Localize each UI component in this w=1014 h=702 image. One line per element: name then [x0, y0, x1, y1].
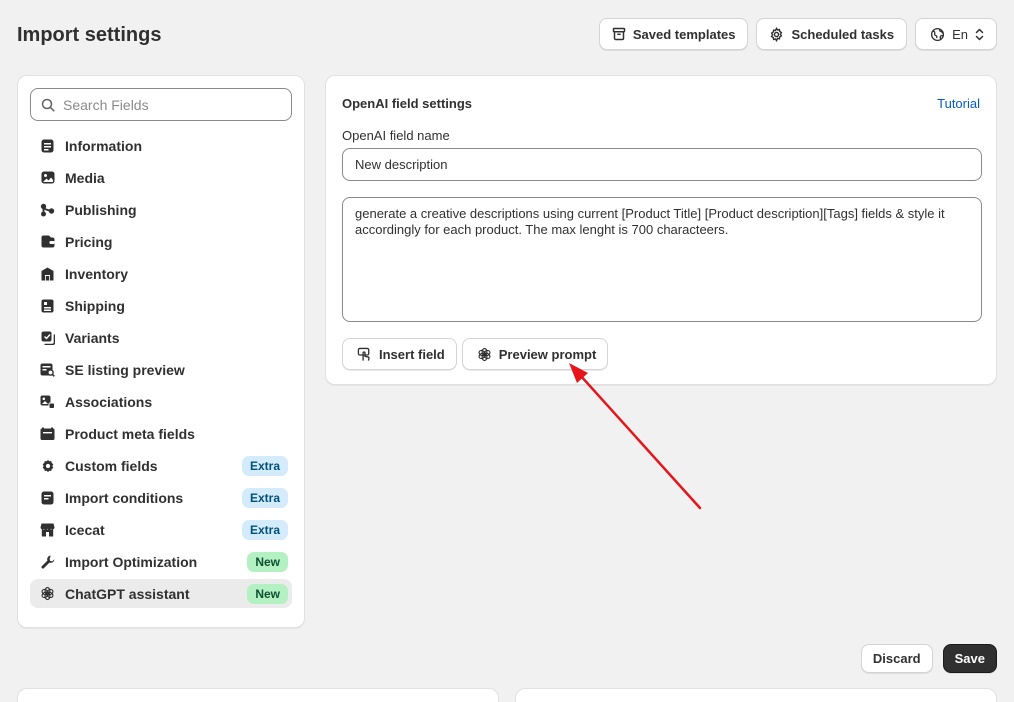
field-name-label: OpenAI field name — [342, 128, 450, 143]
sidebar-item-media[interactable]: Media — [30, 163, 292, 192]
chevron-up-down-icon — [975, 28, 984, 40]
language-label: En — [952, 26, 968, 42]
sidebar-item-import-conditions[interactable]: Import conditions Extra — [30, 483, 292, 512]
publishing-icon — [40, 202, 55, 217]
openai-icon — [40, 586, 55, 601]
sidebar-item-information[interactable]: Information — [30, 131, 292, 160]
information-icon — [40, 138, 55, 153]
scheduled-tasks-button[interactable]: Scheduled tasks — [756, 18, 908, 50]
sidebar-item-import-optimization[interactable]: Import Optimization New — [30, 547, 292, 576]
sidebar-item-icecat[interactable]: Icecat Extra — [30, 515, 292, 544]
insert-field-button[interactable]: Insert field — [342, 338, 457, 370]
page-title: Import settings — [17, 24, 162, 46]
shipping-icon — [40, 298, 55, 313]
footer-actions: Discard Save — [860, 644, 997, 673]
sidebar-item-label: Information — [65, 137, 142, 154]
pricing-icon — [40, 234, 55, 249]
openai-settings-card: OpenAI field settings Tutorial OpenAI fi… — [325, 75, 997, 385]
saved-templates-button[interactable]: Saved templates — [598, 18, 749, 50]
globe-icon — [931, 27, 945, 41]
associations-icon — [40, 394, 55, 409]
inventory-icon — [40, 266, 55, 281]
gear-icon — [40, 458, 55, 473]
sidebar-item-se-listing-preview[interactable]: SE listing preview — [30, 355, 292, 384]
discard-button[interactable]: Discard — [860, 644, 933, 673]
search-icon — [41, 98, 55, 112]
card-header: OpenAI field settings Tutorial — [342, 76, 980, 128]
prompt-textarea[interactable]: generate a creative descriptions using c… — [342, 197, 982, 322]
openai-icon — [478, 347, 491, 361]
scheduled-tasks-label: Scheduled tasks — [791, 26, 895, 42]
header-actions: Saved templates Scheduled tasks En — [598, 18, 997, 50]
lower-card-left — [17, 688, 499, 702]
gear-icon — [771, 26, 783, 42]
new-badge: New — [247, 551, 288, 572]
sidebar-item-shipping[interactable]: Shipping — [30, 291, 292, 320]
language-selector[interactable]: En — [915, 18, 997, 50]
sidebar-item-custom-fields[interactable]: Custom fields Extra — [30, 451, 292, 480]
se-listing-icon — [40, 362, 55, 377]
card-title: OpenAI field settings — [342, 95, 473, 111]
sidebar-item-publishing[interactable]: Publishing — [30, 195, 292, 224]
sidebar-item-label: SE listing preview — [65, 361, 185, 378]
preview-prompt-button[interactable]: Preview prompt — [461, 338, 609, 370]
save-button[interactable]: Save — [942, 644, 997, 673]
field-name-input[interactable] — [342, 148, 982, 181]
sidebar-item-label: Associations — [65, 393, 153, 410]
sidebar-item-chatgpt-assistant[interactable]: ChatGPT assistant New — [30, 579, 292, 608]
sidebar-item-product-meta-fields[interactable]: Product meta fields — [30, 419, 292, 448]
sidebar-item-label: Icecat — [65, 521, 105, 538]
meta-fields-icon — [40, 426, 55, 441]
sidebar-item-label: Import conditions — [65, 489, 184, 506]
sidebar-item-label: Media — [65, 169, 105, 186]
variants-icon — [40, 330, 55, 345]
sidebar-item-label: Product meta fields — [65, 425, 195, 442]
wrench-icon — [40, 554, 55, 569]
archive-icon — [612, 27, 626, 41]
sidebar-item-label: ChatGPT assistant — [65, 585, 190, 602]
sidebar-item-label: Import Optimization — [65, 553, 198, 570]
sidebar-item-inventory[interactable]: Inventory — [30, 259, 292, 288]
extra-badge: Extra — [241, 455, 288, 476]
search-box — [30, 88, 292, 121]
search-input[interactable] — [63, 96, 281, 113]
lower-card-right — [515, 688, 997, 702]
insert-field-label: Insert field — [379, 346, 445, 362]
media-icon — [40, 170, 55, 185]
sidebar-item-associations[interactable]: Associations — [30, 387, 292, 416]
preview-prompt-label: Preview prompt — [498, 346, 597, 362]
hand-pointer-icon — [357, 347, 370, 361]
conditions-icon — [40, 490, 55, 505]
sidebar-item-label: Variants — [65, 329, 120, 346]
new-badge: New — [247, 583, 288, 604]
saved-templates-label: Saved templates — [632, 26, 736, 42]
prompt-actions: Insert field Preview prompt — [342, 338, 980, 370]
sidebar-item-label: Custom fields — [65, 457, 158, 474]
sidebar-item-label: Shipping — [65, 297, 125, 314]
fields-sidebar: Information Media Publishing Pricing Inv… — [17, 75, 305, 628]
sidebar-item-label: Pricing — [65, 233, 113, 250]
sidebar-item-variants[interactable]: Variants — [30, 323, 292, 352]
sidebar-item-label: Publishing — [65, 201, 137, 218]
sidebar-item-label: Inventory — [65, 265, 129, 282]
tutorial-link[interactable]: Tutorial — [937, 96, 980, 111]
extra-badge: Extra — [241, 487, 288, 508]
extra-badge: Extra — [241, 519, 288, 540]
sidebar-item-pricing[interactable]: Pricing — [30, 227, 292, 256]
store-icon — [40, 522, 55, 537]
